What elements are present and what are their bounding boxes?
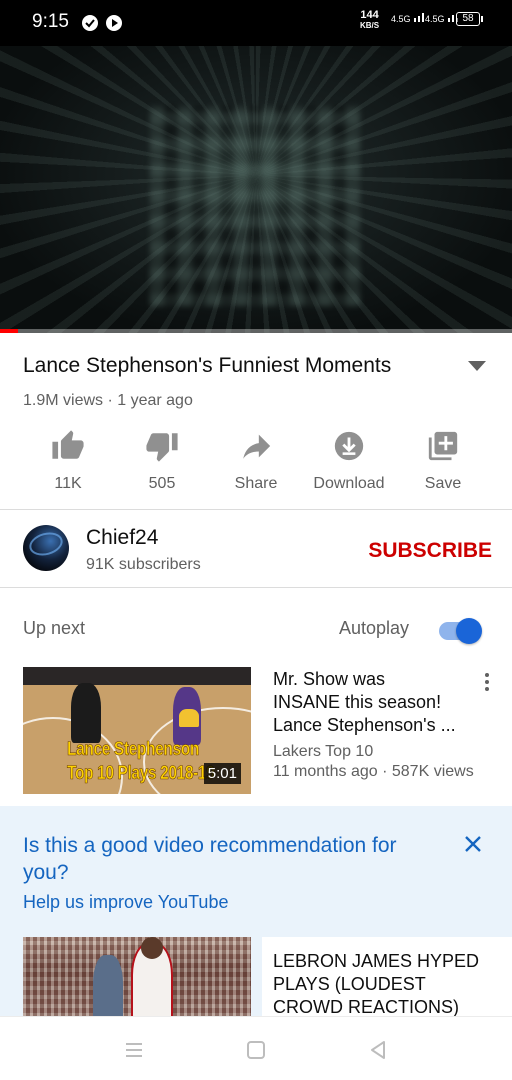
subscriber-count: 91K subscribers	[86, 556, 201, 573]
title-line: INSANE this season!	[273, 692, 442, 712]
player-figure	[71, 683, 101, 743]
video-meta: 1.9M views · 1 year ago	[23, 392, 193, 409]
home-nav-icon[interactable]	[245, 1039, 267, 1061]
thumbnail-text: Lance Stephenson	[67, 739, 200, 761]
net-speed-value: 144	[360, 9, 379, 21]
divider	[0, 587, 512, 588]
duration-badge: 5:01	[203, 763, 241, 784]
title-line: LEBRON JAMES HYPED	[273, 951, 480, 971]
battery-icon: 58	[456, 12, 483, 26]
share-icon	[243, 434, 271, 459]
up-next-label: Up next	[23, 618, 86, 638]
autoplay-label: Autoplay	[339, 618, 410, 638]
close-icon[interactable]	[463, 834, 483, 854]
signal-2-label: 4.5G	[425, 14, 445, 24]
jersey	[179, 709, 199, 727]
network-speed: 144 KB/S	[360, 10, 379, 31]
title-line: Lance Stephenson's ...	[273, 715, 456, 735]
signal-1-label: 4.5G	[391, 14, 411, 24]
thumb-up-icon	[52, 430, 84, 459]
save-label: Save	[424, 475, 462, 492]
divider	[0, 509, 512, 510]
system-nav-bar	[0, 1016, 512, 1080]
share-label: Share	[234, 475, 278, 492]
video-progress-fill	[0, 329, 18, 333]
recommendation-meta: 11 months ago · 587K views	[273, 763, 474, 780]
video-title[interactable]: Lance Stephenson's Funniest Moments	[23, 354, 391, 378]
recommendation-channel: Lakers Top 10	[273, 743, 374, 760]
more-options-icon[interactable]	[481, 670, 493, 694]
title-line: PLAYS (LOUDEST	[273, 974, 426, 994]
youtube-play-icon	[106, 15, 122, 31]
save-playlist-icon	[428, 431, 458, 461]
share-button[interactable]: Share	[206, 425, 306, 497]
video-frame-detail	[150, 106, 360, 306]
title-line: Mr. Show was	[273, 669, 386, 689]
download-icon	[334, 431, 364, 461]
avatar-logo	[26, 528, 66, 560]
back-nav-icon[interactable]	[367, 1039, 389, 1061]
battery-level: 58	[462, 13, 474, 24]
status-bar: 9:15 144 KB/S 4.5G 4.5G 58	[0, 0, 512, 46]
thumbnail-text: Top 10 Plays 2018-19	[67, 763, 215, 785]
save-button[interactable]: Save	[393, 425, 493, 497]
menu-nav-icon[interactable]	[123, 1039, 145, 1061]
download-button[interactable]: Download	[299, 425, 399, 497]
subscribe-button[interactable]: SUBSCRIBE	[360, 537, 492, 565]
player-figure	[93, 955, 123, 1017]
recommendation-title[interactable]: Mr. Show was INSANE this season! Lance S…	[273, 668, 488, 737]
like-count: 11K	[54, 475, 82, 492]
download-label: Download	[313, 475, 385, 492]
recommendation-thumbnail[interactable]: Lance Stephenson Top 10 Plays 2018-19 5:…	[23, 667, 251, 794]
channel-avatar[interactable]	[23, 525, 69, 571]
net-speed-unit: KB/S	[360, 21, 380, 30]
thumb-down-icon	[146, 433, 178, 462]
recommendation-thumbnail[interactable]	[23, 937, 251, 1017]
expand-description-icon[interactable]	[468, 361, 486, 371]
like-button[interactable]: 11K	[18, 425, 118, 497]
player-head	[141, 937, 163, 959]
status-time: 9:15	[32, 11, 69, 32]
autoplay-toggle-knob	[456, 618, 482, 644]
feedback-title[interactable]: Is this a good video recommendation for …	[23, 832, 423, 886]
feedback-subtitle[interactable]: Help us improve YouTube	[23, 892, 228, 913]
signal-1: 4.5G	[391, 12, 427, 24]
recommendation-title[interactable]: LEBRON JAMES HYPED PLAYS (LOUDEST CROWD …	[273, 950, 503, 1019]
video-actions: 11K 505 Share Download Save	[0, 425, 512, 505]
video-progress-bar[interactable]	[0, 329, 512, 333]
vpn-shield-icon	[82, 15, 98, 31]
dislike-count: 505	[148, 475, 176, 492]
autoplay-toggle[interactable]	[437, 618, 485, 644]
video-player[interactable]	[0, 46, 512, 333]
channel-name[interactable]: Chief24	[86, 526, 158, 550]
dislike-button[interactable]: 505	[112, 425, 212, 497]
